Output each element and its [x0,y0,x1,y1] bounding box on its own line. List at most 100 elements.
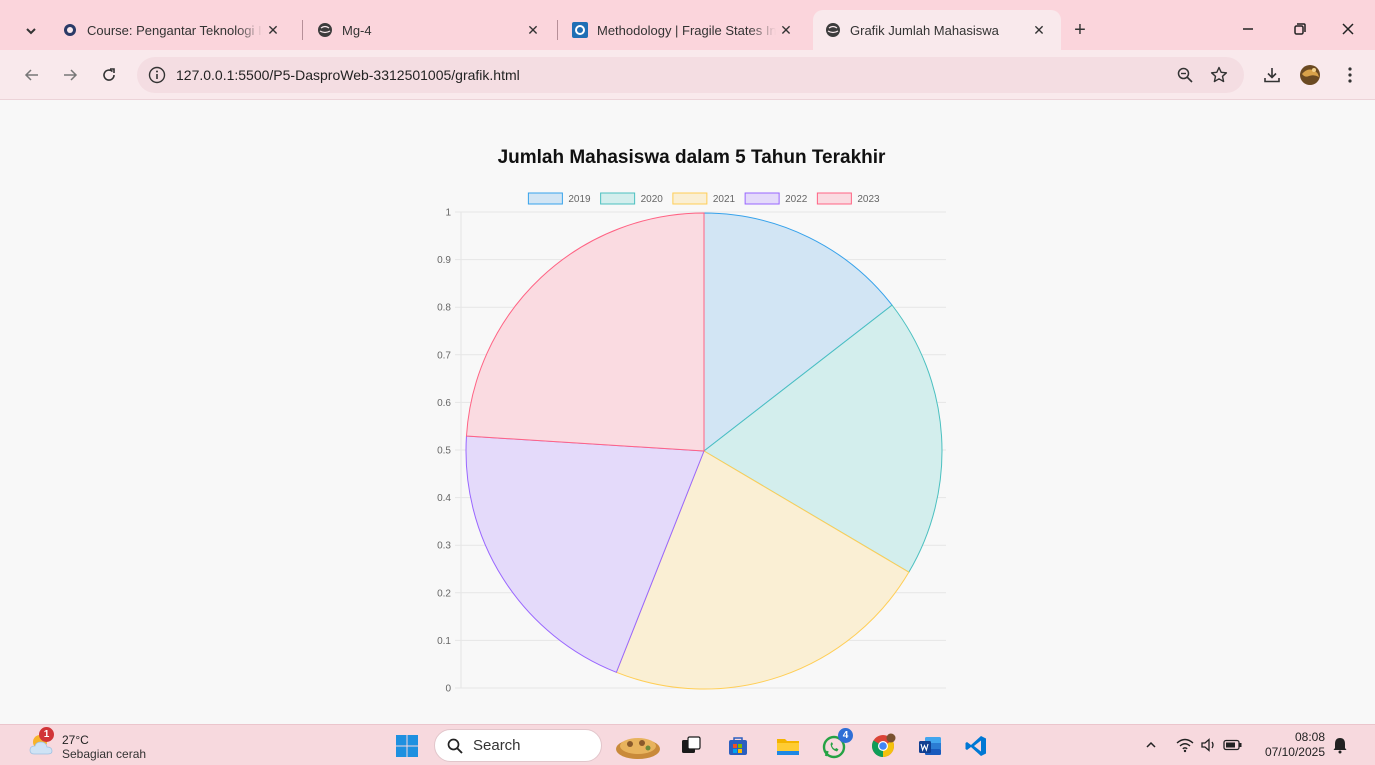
arrow-right-icon [64,69,78,81]
tab-separator [557,20,558,40]
close-icon[interactable]: ✕ [523,20,543,40]
chrome-app[interactable] [866,729,900,763]
word-app[interactable] [913,729,947,763]
weather-temperature: 27°C [62,733,89,747]
minimize-button[interactable] [1228,14,1268,44]
tab-mg4[interactable]: Mg-4 ✕ [305,10,555,50]
close-icon[interactable]: ✕ [776,20,796,40]
legend-label-2022: 2022 [785,194,808,205]
tab-title: Mg-4 [342,22,372,38]
notification-badge: 1 [39,727,54,742]
tab-strip: Course: Pengantar Teknologi Inf ✕ Mg-4 ✕… [0,0,1375,50]
y-tick-label: 0.4 [437,493,451,504]
restore-button[interactable] [1280,14,1320,44]
food-widget-icon [616,738,660,759]
clock-date: 07/10/2025 [1264,745,1325,759]
bookmark-button[interactable] [1207,63,1231,87]
clock-time: 08:08 [1294,730,1325,744]
legend-label-2021: 2021 [713,194,736,205]
restore-icon [1294,23,1306,35]
notifications-button[interactable] [1330,735,1350,755]
battery-icon [1223,739,1242,751]
legend-swatch-2022 [744,192,780,205]
more-vertical-icon [1348,67,1352,83]
taskbar: 1 27°C Sebagian cerah Search 4 08:08 07/… [0,724,1375,765]
profile-avatar[interactable] [1297,62,1323,88]
tab-separator [302,20,303,40]
page-content: Jumlah Mahasiswa dalam 5 Tahun Terakhir … [0,101,1375,724]
info-icon[interactable] [148,66,166,84]
task-view-icon [682,736,701,753]
y-tick-label: 1 [445,208,451,219]
reload-button[interactable] [96,62,122,88]
legend-swatch-2023 [816,192,852,205]
widgets-button[interactable] [612,729,664,763]
star-icon [1210,66,1228,83]
legend-label-2020: 2020 [641,194,664,205]
browser-toolbar: 127.0.0.1:5500/P5-DasproWeb-3312501005/g… [0,50,1375,100]
tab-methodology[interactable]: Methodology | Fragile States In ✕ [560,10,808,50]
y-tick-label: 0.9 [437,255,451,266]
file-explorer-app[interactable] [771,729,805,763]
search-icon [447,738,463,754]
zoom-out-icon [1177,67,1193,83]
new-tab-button[interactable]: + [1068,18,1092,42]
y-tick-label: 0.6 [437,398,451,409]
tab-grafik[interactable]: Grafik Jumlah Mahasiswa ✕ [813,10,1061,50]
whatsapp-app[interactable]: 4 [818,728,853,763]
tab-title: Methodology | Fragile States In [597,22,776,38]
y-tick-label: 0.3 [437,541,451,552]
y-tick-label: 0 [445,684,451,695]
y-tick-label: 0.5 [437,446,451,457]
legend-swatch-2019 [527,192,563,205]
plus-icon: + [1074,18,1086,41]
speaker-icon [1201,738,1214,752]
legend-label-2023: 2023 [857,194,880,205]
back-button[interactable] [19,62,45,88]
battery-status[interactable] [1223,735,1243,755]
show-hidden-icons-button[interactable] [1141,735,1161,755]
minimize-icon [1243,28,1253,30]
volume-status[interactable] [1199,735,1219,755]
vscode-icon [965,736,986,756]
site-logo-icon [572,22,588,38]
avatar-icon [1300,65,1320,85]
globe-icon [825,22,841,38]
weather-widget[interactable]: 1 27°C Sebagian cerah [28,727,146,762]
chevron-up-icon [1146,741,1156,748]
close-window-button[interactable] [1328,14,1368,44]
moodle-icon [62,22,78,38]
pie-slice-2023 [465,212,705,452]
close-icon[interactable]: ✕ [263,20,283,40]
chrome-icon [872,733,896,757]
notification-badge: 4 [838,728,853,743]
zoom-button[interactable] [1173,63,1197,87]
wifi-status[interactable] [1175,735,1195,755]
reload-icon [103,68,115,81]
notification-bell-icon [1333,738,1347,754]
close-icon[interactable]: ✕ [1029,20,1049,40]
globe-icon [317,22,333,38]
tab-course[interactable]: Course: Pengantar Teknologi Inf ✕ [50,10,295,50]
url-text[interactable]: 127.0.0.1:5500/P5-DasproWeb-3312501005/g… [176,67,520,83]
word-icon [919,737,941,755]
forward-button[interactable] [57,62,83,88]
tab-search-button[interactable] [18,18,44,44]
address-bar[interactable]: 127.0.0.1:5500/P5-DasproWeb-3312501005/g… [137,57,1244,93]
start-button[interactable] [390,729,424,763]
y-tick-label: 0.8 [437,303,451,314]
taskbar-search[interactable]: Search [434,729,602,762]
store-app[interactable] [721,729,755,763]
vscode-app[interactable] [959,729,993,763]
store-icon [729,737,747,755]
tab-title: Course: Pengantar Teknologi Inf [87,22,263,38]
downloads-button[interactable] [1259,62,1285,88]
search-label: Search [473,737,521,754]
system-clock[interactable]: 08:08 07/10/2025 [1255,730,1325,760]
menu-button[interactable] [1337,62,1363,88]
folder-icon [777,739,799,755]
task-view-button[interactable] [674,729,708,763]
chevron-down-icon [26,28,36,35]
partly-cloudy-icon: 1 [28,727,56,758]
legend-label-2019: 2019 [568,194,591,205]
